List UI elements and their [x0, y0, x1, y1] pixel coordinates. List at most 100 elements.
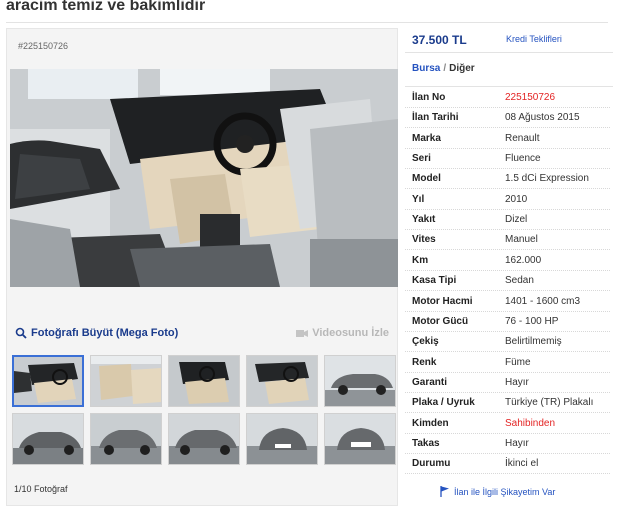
- details-row: Motor Hacmi 1401 - 1600 cm3: [405, 292, 610, 312]
- details-value: 162.000: [505, 254, 542, 266]
- details-row: Seri Fluence: [405, 149, 610, 170]
- location-city-link[interactable]: Bursa: [412, 63, 440, 74]
- details-value: Sahibinden: [505, 417, 556, 429]
- mega-photo-link[interactable]: Fotoğrafı Büyüt (Mega Foto): [15, 327, 178, 339]
- details-label: Kasa Tipi: [412, 275, 457, 287]
- photo-counter: 1/10 Fotoğraf: [14, 484, 68, 494]
- details-label: Motor Hacmi: [412, 295, 473, 307]
- thumbnail-interior-image: [14, 357, 82, 405]
- details-value: Hayır: [505, 376, 529, 388]
- photo-toolbar: Fotoğrafı Büyüt (Mega Foto) Videosunu İz…: [7, 324, 397, 346]
- details-row: Model 1.5 dCi Expression: [405, 169, 610, 190]
- details-row: Renk Füme: [405, 353, 610, 373]
- thumbnail-9[interactable]: [246, 413, 318, 465]
- location-separator: /: [443, 63, 447, 74]
- thumbnail-interior-image: [91, 356, 161, 406]
- details-label: İlan Tarihi: [412, 112, 459, 124]
- details-label: Model: [412, 173, 441, 185]
- thumbnail-7[interactable]: [90, 413, 162, 465]
- details-row: Marka Renault: [405, 129, 610, 149]
- magnifier-icon: [15, 327, 27, 339]
- details-value: 225150726: [505, 92, 556, 103]
- details-row: Km 162.000: [405, 251, 610, 271]
- details-row: Durumu İkinci el: [405, 454, 610, 475]
- details-label: Garanti: [412, 376, 448, 388]
- location-divider: [405, 86, 613, 87]
- thumbnail-exterior-image: [91, 414, 161, 464]
- car-interior-photo: [10, 69, 398, 287]
- details-row: Yıl 2010: [405, 190, 610, 210]
- price-divider: [405, 52, 613, 53]
- details-label: Seri: [412, 153, 431, 165]
- details-label: Renk: [412, 356, 437, 368]
- title-divider: [6, 22, 608, 23]
- details-label: Yıl: [412, 193, 425, 205]
- thumbnail-6[interactable]: [12, 413, 84, 465]
- details-label: Çekiş: [412, 336, 439, 348]
- details-label: Takas: [412, 437, 440, 449]
- details-label: Vites: [412, 234, 436, 246]
- details-row: Kasa Tipi Sedan: [405, 271, 610, 292]
- details-value: Dizel: [505, 214, 528, 226]
- details-label: Yakıt: [412, 214, 436, 226]
- thumbnail-exterior-image: [325, 356, 395, 406]
- price-row: 37.500 TL Kredi Teklifleri: [405, 28, 613, 52]
- complaint-label: İlan ile İlgili Şikayetim Var: [454, 486, 556, 497]
- details-label: Marka: [412, 132, 441, 144]
- thumbnail-4[interactable]: [246, 355, 318, 407]
- thumbnail-2[interactable]: [90, 355, 162, 407]
- credit-offers-link[interactable]: Kredi Teklifleri: [506, 34, 562, 44]
- photo-panel: #225150726 Fotoğrafı Büyüt (Mega Foto) V…: [6, 28, 398, 506]
- details-label: Motor Gücü: [412, 315, 469, 327]
- details-label: Km: [412, 254, 429, 266]
- video-link[interactable]: Videosunu İzle: [296, 327, 389, 339]
- details-row: Çekiş Belirtilmemiş: [405, 332, 610, 353]
- thumbnail-3[interactable]: [168, 355, 240, 407]
- details-row: İlan No 225150726: [405, 88, 610, 108]
- price: 37.500 TL: [412, 33, 467, 47]
- details-row: Garanti Hayır: [405, 373, 610, 393]
- details-label: Plaka / Uyruk: [412, 397, 475, 409]
- details-value: 08 Ağustos 2015: [505, 112, 580, 124]
- details-value: Belirtilmemiş: [505, 336, 562, 348]
- ad-number: #225150726: [18, 41, 69, 51]
- location-district-link[interactable]: Diğer: [449, 63, 475, 74]
- details-value: Türkiye (TR) Plakalı: [505, 397, 594, 409]
- thumbnail-8[interactable]: [168, 413, 240, 465]
- thumbnail-exterior-image: [247, 414, 317, 464]
- details-value: Renault: [505, 132, 540, 144]
- details-value: Hayır: [505, 437, 529, 449]
- details-row: Yakıt Dizel: [405, 210, 610, 231]
- details-value: 1401 - 1600 cm3: [505, 295, 581, 307]
- thumbnail-exterior-image: [169, 414, 239, 464]
- mega-photo-label: Fotoğrafı Büyüt (Mega Foto): [31, 327, 179, 339]
- details-value: 76 - 100 HP: [505, 315, 559, 327]
- thumbnail-10[interactable]: [324, 413, 396, 465]
- details-row: Kimden Sahibinden: [405, 414, 610, 434]
- details-value: İkinci el: [505, 458, 539, 470]
- thumbnail-1[interactable]: [12, 355, 84, 407]
- details-value: Fluence: [505, 153, 541, 165]
- video-label: Videosunu İzle: [312, 327, 389, 339]
- details-value: Sedan: [505, 275, 534, 287]
- thumbnail-interior-image: [247, 356, 317, 406]
- details-label: Durumu: [412, 458, 451, 470]
- details-value: Füme: [505, 356, 531, 368]
- thumbnail-interior-image: [169, 356, 239, 406]
- flag-icon: [440, 486, 449, 497]
- details-row: Motor Gücü 76 - 100 HP: [405, 312, 610, 332]
- details-row: Plaka / Uyruk Türkiye (TR) Plakalı: [405, 393, 610, 414]
- details-value: 2010: [505, 193, 528, 205]
- details-row: İlan Tarihi 08 Ağustos 2015: [405, 108, 610, 129]
- details-value: Manuel: [505, 234, 538, 246]
- thumbnail-5[interactable]: [324, 355, 396, 407]
- complaint-link[interactable]: İlan ile İlgili Şikayetim Var: [440, 486, 555, 497]
- details-label: Kimden: [412, 417, 449, 429]
- location-breadcrumb: Bursa / Diğer: [412, 63, 475, 74]
- video-camera-icon: [296, 329, 309, 337]
- details-value: 1.5 dCi Expression: [505, 173, 589, 185]
- listing-title: aracim temiz ve bakimlidir: [6, 0, 206, 14]
- details-row: Takas Hayır: [405, 434, 610, 454]
- main-photo[interactable]: [10, 69, 398, 287]
- thumbnail-exterior-image: [325, 414, 395, 464]
